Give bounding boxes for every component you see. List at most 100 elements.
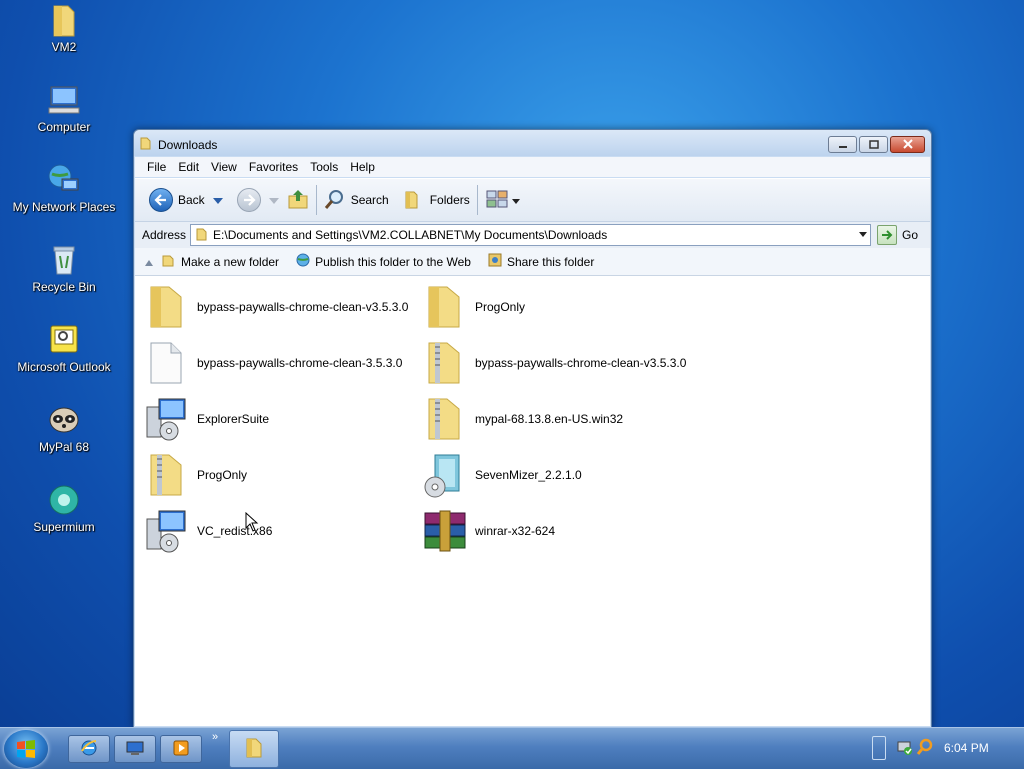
winrar-icon xyxy=(421,507,469,555)
chevron-down-icon xyxy=(268,193,279,207)
search-label: Search xyxy=(350,193,389,207)
views-button[interactable] xyxy=(481,185,524,215)
file-name: SevenMizer_2.2.1.0 xyxy=(475,468,582,482)
windows-logo-icon xyxy=(16,739,36,762)
menu-bar: File Edit View Favorites Tools Help xyxy=(135,157,930,177)
installer-icon xyxy=(143,395,191,443)
taskbar-button-downloads[interactable] xyxy=(229,730,279,768)
zip-folder-icon xyxy=(421,395,469,443)
desktop-icon-network[interactable]: My Network Places xyxy=(8,162,120,214)
desktop-icon-supermium[interactable]: Supermium xyxy=(8,482,120,534)
file-name: bypass-paywalls-chrome-clean-v3.5.3.0 xyxy=(475,356,687,370)
zip-folder-icon xyxy=(143,451,191,499)
file-item[interactable]: mypal-68.13.8.en-US.win32 xyxy=(421,395,623,443)
folder-up-icon xyxy=(287,188,309,213)
menu-edit[interactable]: Edit xyxy=(172,160,205,174)
file-item[interactable]: SevenMizer_2.2.1.0 xyxy=(421,451,582,499)
outlook-icon xyxy=(46,322,82,358)
maximize-icon xyxy=(868,138,879,152)
quick-launch-media-player[interactable] xyxy=(160,735,202,763)
new-folder-icon xyxy=(161,252,177,271)
folders-button[interactable]: Folders xyxy=(399,185,474,215)
back-history-dropdown[interactable] xyxy=(209,185,227,215)
search-button[interactable]: Search xyxy=(320,185,393,215)
quick-launch-chevron[interactable]: » xyxy=(212,731,218,743)
menu-view[interactable]: View xyxy=(205,160,243,174)
maximize-button[interactable] xyxy=(859,136,888,153)
toolbar-separator xyxy=(476,185,478,215)
clock[interactable]: 6:04 PM xyxy=(944,741,989,755)
make-new-folder-link[interactable]: Make a new folder xyxy=(161,252,279,271)
forward-button[interactable] xyxy=(233,185,265,215)
task-label: Share this folder xyxy=(506,254,595,269)
folder-icon xyxy=(46,2,82,38)
forward-arrow-icon xyxy=(236,188,261,212)
menu-tools[interactable]: Tools xyxy=(304,160,344,174)
minimize-icon xyxy=(838,138,848,152)
folders-icon xyxy=(403,188,425,213)
menu-file[interactable]: File xyxy=(141,160,172,174)
desktop-icon-recycle-bin[interactable]: Recycle Bin xyxy=(8,242,120,294)
address-path: E:\Documents and Settings\VM2.COLLABNET\… xyxy=(213,228,608,242)
file-item[interactable]: bypass-paywalls-chrome-clean-v3.5.3.0 xyxy=(421,339,686,387)
go-arrow-icon xyxy=(877,225,898,245)
media-player-icon xyxy=(172,739,190,760)
explorer-window[interactable]: Downloads File Edit View Favorites Tools… xyxy=(133,129,932,728)
forward-history-dropdown[interactable] xyxy=(265,185,283,215)
internet-explorer-icon xyxy=(80,739,98,760)
address-input[interactable]: E:\Documents and Settings\VM2.COLLABNET\… xyxy=(190,224,872,246)
file-name: mypal-68.13.8.en-US.win32 xyxy=(475,412,624,426)
network-icon xyxy=(46,162,82,198)
address-bar: Address E:\Documents and Settings\VM2.CO… xyxy=(135,221,930,249)
file-list: bypass-paywalls-chrome-clean-v3.5.3.0 Pr… xyxy=(135,276,930,726)
file-name: winrar-x32-624 xyxy=(475,524,556,538)
task-label: Make a new folder xyxy=(181,254,280,269)
desktop-icon-mypal[interactable]: MyPal 68 xyxy=(8,402,120,454)
minimize-button[interactable] xyxy=(828,136,857,153)
tray-overflow-icon[interactable] xyxy=(872,736,886,760)
taskbar: » 6:04 PM xyxy=(0,727,1024,769)
file-name: ProgOnly xyxy=(475,300,526,314)
menu-help[interactable]: Help xyxy=(344,160,381,174)
desktop-icon-label: VM2 xyxy=(51,40,77,54)
folder-icon xyxy=(244,737,264,762)
desktop-icon-label: Recycle Bin xyxy=(32,280,96,294)
file-name: bypass-paywalls-chrome-clean-3.5.3.0 xyxy=(197,356,403,370)
address-dropdown-button[interactable] xyxy=(858,228,868,243)
file-item[interactable]: bypass-paywalls-chrome-clean-v3.5.3.0 xyxy=(143,283,408,331)
desktop-icon-computer[interactable]: Computer xyxy=(8,82,120,134)
start-button[interactable] xyxy=(4,730,48,768)
quick-launch-ie[interactable] xyxy=(68,735,110,763)
menu-favorites[interactable]: Favorites xyxy=(243,160,304,174)
quick-launch-show-desktop[interactable] xyxy=(114,735,156,763)
title-bar[interactable]: Downloads xyxy=(134,130,931,156)
close-button[interactable] xyxy=(890,136,925,153)
desktop-icon-label: Computer xyxy=(37,120,91,134)
desktop-icon-vm2[interactable]: VM2 xyxy=(8,2,120,54)
file-item[interactable]: ProgOnly xyxy=(143,451,247,499)
network-status-icon[interactable] xyxy=(896,738,914,759)
folder-icon xyxy=(139,136,153,153)
publish-folder-link[interactable]: Publish this folder to the Web xyxy=(295,252,471,271)
back-label: Back xyxy=(178,193,205,207)
file-name: VC_redist.x86 xyxy=(197,524,273,538)
toolbar: Back Search Folders xyxy=(135,178,930,221)
back-arrow-icon xyxy=(149,188,173,212)
computer-icon xyxy=(46,82,82,118)
file-name: ExplorerSuite xyxy=(197,412,270,426)
file-item[interactable]: ExplorerSuite xyxy=(143,395,269,443)
file-item[interactable]: winrar-x32-624 xyxy=(421,507,555,555)
desktop-icon-outlook[interactable]: Microsoft Outlook xyxy=(8,322,120,374)
file-item[interactable]: ProgOnly xyxy=(421,283,525,331)
up-folder-button[interactable] xyxy=(283,185,313,215)
share-folder-link[interactable]: Share this folder xyxy=(487,252,594,271)
go-button[interactable]: Go xyxy=(877,225,918,245)
desktop-icon-label: Supermium xyxy=(33,520,95,534)
views-icon xyxy=(485,188,509,213)
desktop-icon-label: My Network Places xyxy=(12,200,116,214)
folder-icon xyxy=(143,283,191,331)
file-item[interactable]: bypass-paywalls-chrome-clean-3.5.3.0 xyxy=(143,339,402,387)
back-button[interactable]: Back xyxy=(145,185,209,215)
share-icon xyxy=(487,252,503,271)
search-tray-icon[interactable] xyxy=(916,738,934,759)
